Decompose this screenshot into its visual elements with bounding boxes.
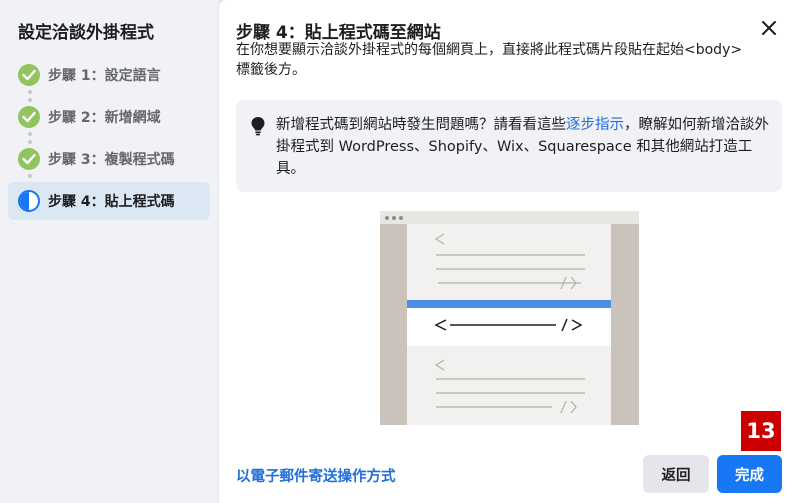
step-number-badge: 13 (741, 411, 781, 451)
sidebar-step-label: 步驟 4：貼上程式碼 (48, 194, 175, 210)
half-circle-icon (18, 190, 40, 212)
sidebar-step-label: 步驟 2：新增網域 (48, 110, 161, 126)
sidebar-step-label: 步驟 3：複製程式碼 (48, 152, 175, 168)
check-icon (18, 148, 40, 170)
step-description: 在你想要顯示洽談外掛程式的每個網頁上，直接將此程式碼片段貼在起始<body>標籤… (236, 42, 743, 78)
sidebar-title: 設定洽談外掛程式 (18, 23, 154, 43)
sidebar-step-2[interactable]: 步驟 2：新增網域 (8, 98, 210, 136)
close-button[interactable] (757, 16, 781, 40)
check-icon (18, 64, 40, 86)
email-instructions-link[interactable]: 以電子郵件寄送操作方式 (236, 465, 396, 486)
tip-box: 新增程式碼到網站時發生問題嗎？請看看這些逐步指示，瞭解如何新增洽談外掛程式到 W… (236, 100, 782, 192)
tip-text: 新增程式碼到網站時發生問題嗎？請看看這些逐步指示，瞭解如何新增洽談外掛程式到 W… (276, 114, 776, 180)
close-icon (762, 21, 776, 35)
done-button[interactable]: 完成 (717, 455, 782, 493)
code-placement-illustration (380, 211, 639, 425)
back-button[interactable]: 返回 (643, 455, 709, 493)
step-by-step-link[interactable]: 逐步指示 (566, 117, 624, 133)
sidebar-step-4[interactable]: 步驟 4：貼上程式碼 (8, 182, 210, 220)
check-icon (18, 106, 40, 128)
tip-text-start: 新增程式碼到網站時發生問題嗎？請看看這些 (276, 117, 566, 133)
lightbulb-icon (251, 117, 265, 136)
sidebar-step-1[interactable]: 步驟 1：設定語言 (8, 56, 210, 94)
main-panel: 步驟 4：貼上程式碼至網站 在你想要顯示洽談外掛程式的每個網頁上，直接將此程式碼… (219, 0, 800, 503)
sidebar: 設定洽談外掛程式 步驟 1：設定語言 步驟 2：新增網域 步驟 3：複製程式碼 … (0, 0, 218, 503)
sidebar-step-label: 步驟 1：設定語言 (48, 68, 161, 84)
sidebar-step-3[interactable]: 步驟 3：複製程式碼 (8, 140, 210, 178)
setup-chat-plugin-dialog: 設定洽談外掛程式 步驟 1：設定語言 步驟 2：新增網域 步驟 3：複製程式碼 … (0, 0, 800, 503)
